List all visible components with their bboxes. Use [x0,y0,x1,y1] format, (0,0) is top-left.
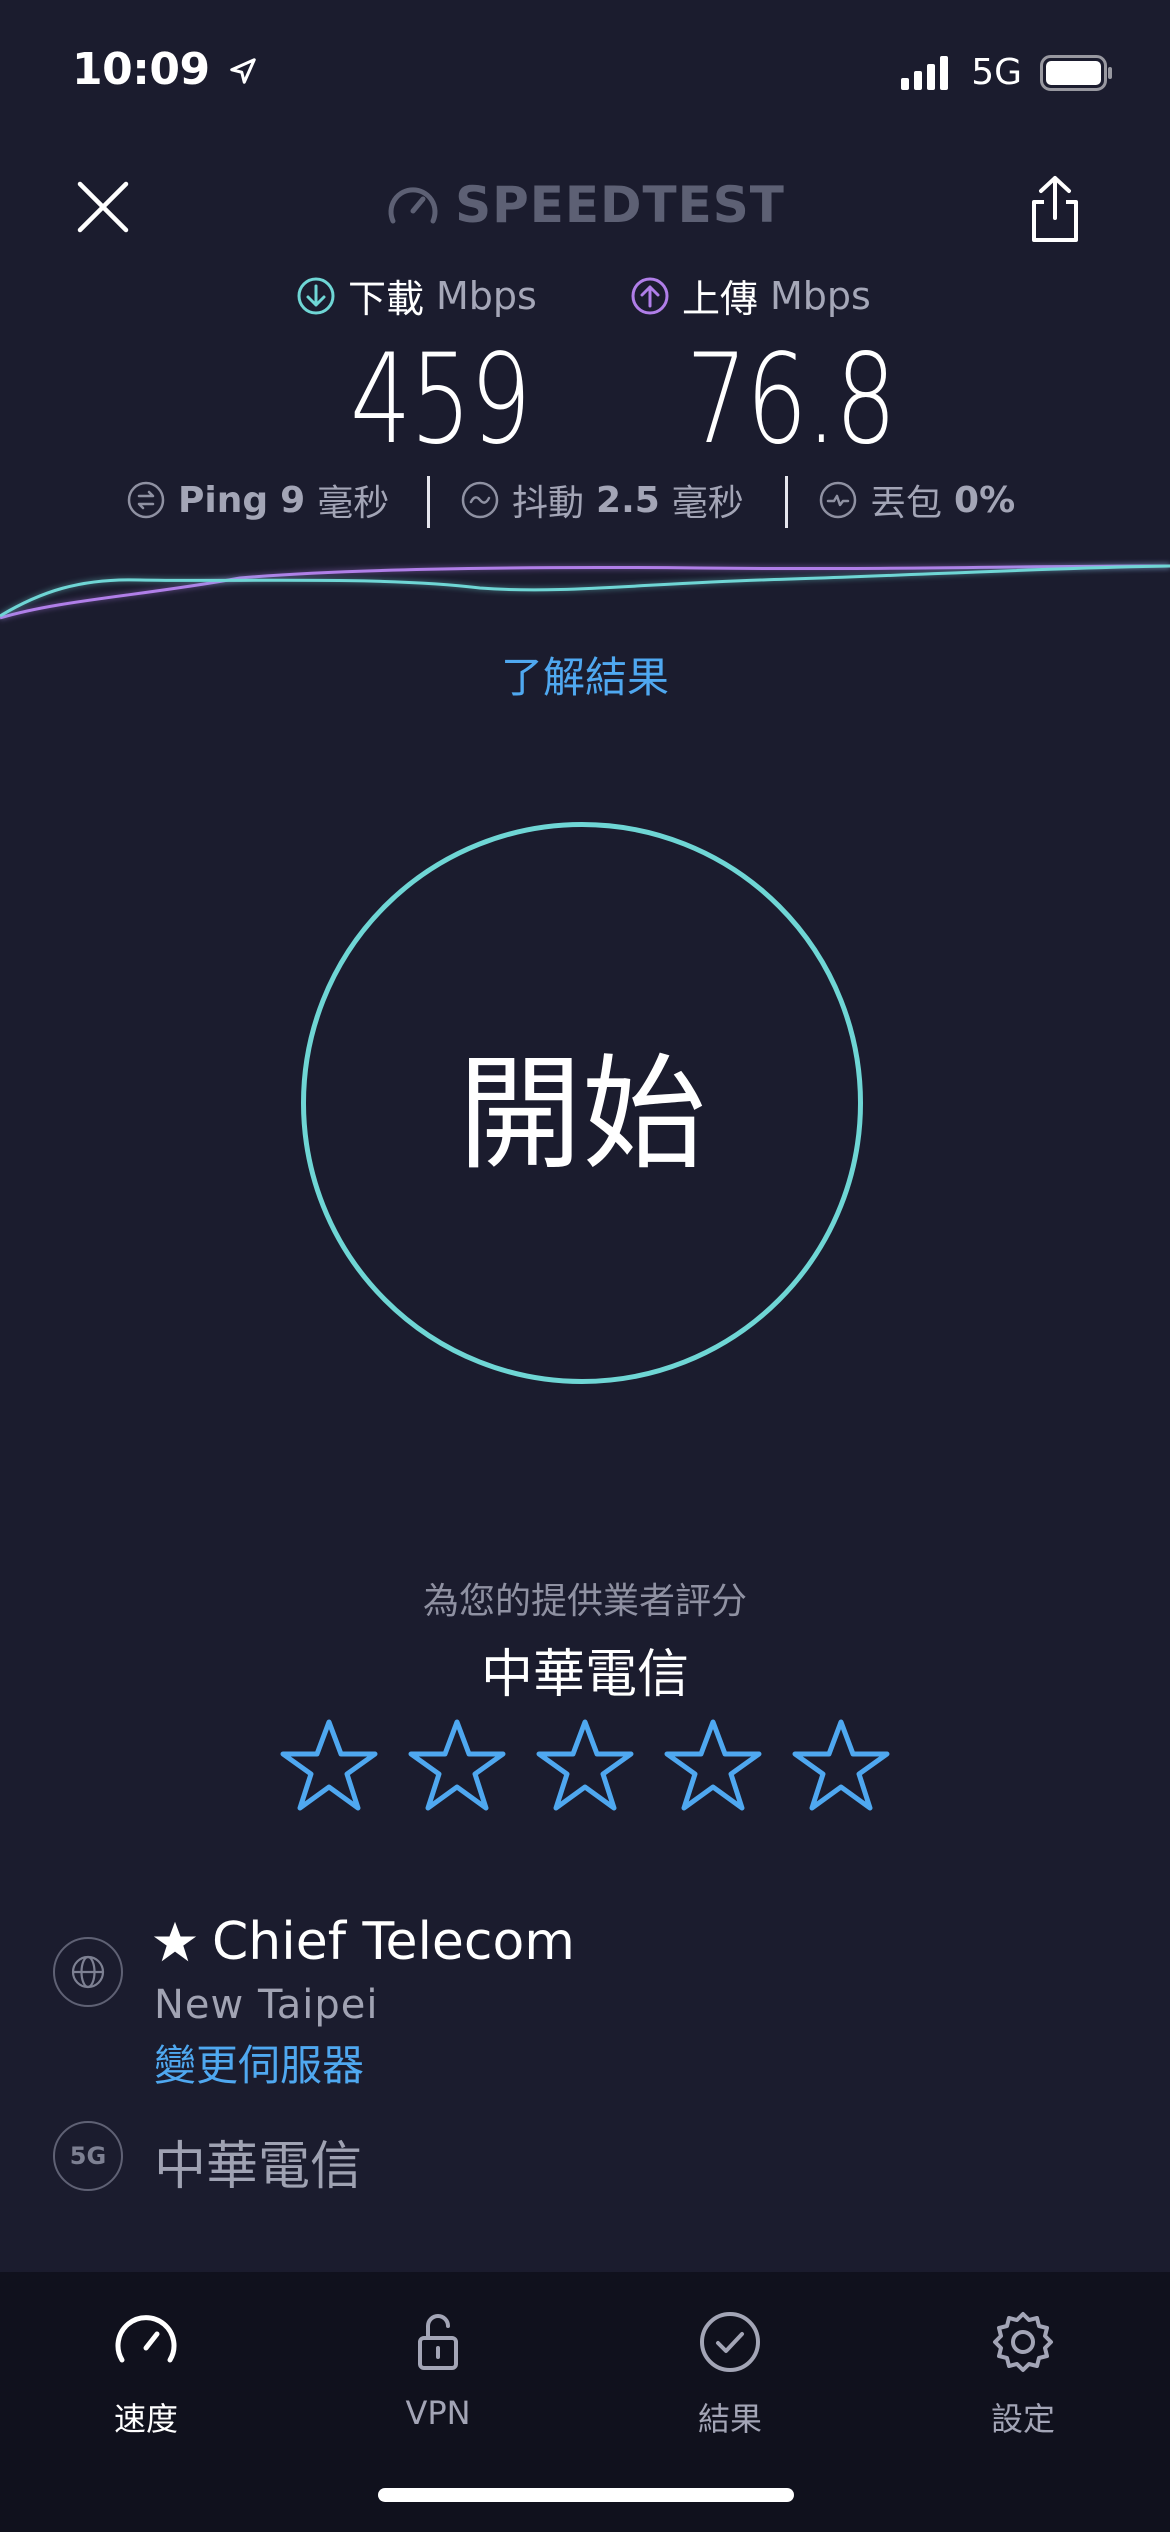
globe-icon [71,1955,105,1989]
jitter-value: 2.5 [596,479,660,521]
download-header: 下載 Mbps [296,268,537,323]
latency-row: Ping 9 毫秒 抖動 2.5 毫秒 丟包 0% [0,474,1170,534]
network-type-badge: 5G [53,2121,123,2191]
network-badge-text: 5G [69,2142,107,2170]
brand-name: SPEEDTEST [455,176,785,234]
unlock-icon [418,2314,458,2370]
tab-results[interactable]: 結果 [620,2306,840,2440]
ping-unit: 毫秒 [317,483,390,524]
tab-speed-label: 速度 [113,2400,178,2438]
rate-provider-caption: 為您的提供業者評分 [422,1581,747,1622]
upload-arrow-icon [631,277,669,314]
status-indicators: 5G [901,52,1114,93]
tab-speed[interactable]: 速度 [36,2306,256,2440]
jitter-label: 抖動 [512,483,585,524]
signal-icon [901,55,949,90]
tab-settings[interactable]: 設定 [913,2306,1133,2440]
download-graph-line [0,564,1170,618]
gear-icon [993,2312,1053,2372]
server-location: New Taipei [154,1982,379,2028]
speedtest-logo: SPEEDTEST [0,176,1170,234]
divider [427,476,430,528]
ping-stat: Ping 9 毫秒 [126,474,389,526]
server-name-text: Chief Telecom [212,1912,575,1972]
server-globe-badge [53,1937,123,2007]
download-arrow-icon [297,277,335,314]
status-time: 10:09 [72,44,258,95]
jitter-stat: 抖動 2.5 毫秒 [460,474,744,526]
tab-settings-label: 設定 [990,2400,1055,2438]
download-value: 459 [350,328,531,472]
server-name: Chief Telecom [152,1912,575,1972]
upload-label: 上傳 [682,277,759,321]
star-icon[interactable] [407,1716,507,1816]
jitter-unit: 毫秒 [671,483,744,524]
star-icon[interactable] [663,1716,763,1816]
home-indicator[interactable] [378,2488,794,2502]
star-icon[interactable] [535,1716,635,1816]
network-type: 5G [971,52,1022,93]
ping-label: Ping [178,479,269,521]
tab-results-label: 結果 [697,2400,762,2438]
rate-provider-name: 中華電信 [480,1645,689,1705]
ping-value: 9 [280,479,306,521]
favorite-star-icon [153,1921,197,1962]
ping-icon [127,481,165,519]
download-unit: Mbps [436,273,537,318]
upload-header: 上傳 Mbps [630,268,871,323]
download-graph-line [0,564,1170,618]
location-arrow-icon [230,58,257,84]
upload-value: 76.8 [686,328,897,472]
jitter-icon [461,481,499,519]
share-button[interactable] [1020,172,1090,246]
download-label: 下載 [348,277,425,321]
share-icon [1032,176,1078,242]
battery-icon [1040,54,1112,91]
star-rating [0,1716,1170,1816]
packet-loss-icon [819,481,857,519]
packet-loss-value: 0% [954,479,1016,521]
star-icon[interactable] [279,1716,379,1816]
learn-results-link[interactable]: 了解結果 [0,644,1170,705]
change-server-link[interactable]: 變更伺服器 [154,2032,364,2093]
speedometer-icon [115,2315,177,2363]
packet-loss-stat: 丟包 0% [818,474,1015,526]
star-icon[interactable] [791,1716,891,1816]
speed-graph [0,564,1170,620]
speedtest-gauge-icon [388,187,438,224]
start-label: 開始 [457,1043,706,1187]
upload-unit: Mbps [770,273,871,318]
packet-loss-label: 丟包 [870,483,943,524]
divider [785,476,788,528]
carrier-name: 中華電信 [154,2137,363,2197]
tab-vpn-label: VPN [405,2394,471,2432]
upload-graph-line [0,564,1170,620]
start-test-button[interactable]: 開始 [301,822,863,1384]
check-circle-icon [700,2312,760,2372]
tab-vpn[interactable]: VPN [328,2306,548,2432]
upload-graph-line [0,564,1170,620]
